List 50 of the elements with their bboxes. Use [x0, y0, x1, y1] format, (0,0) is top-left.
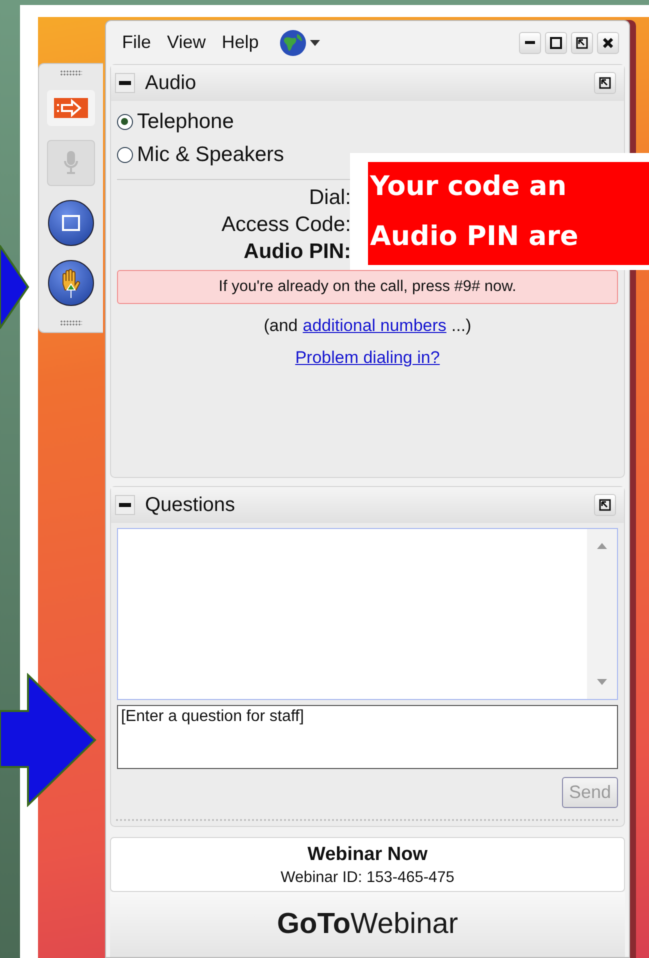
help-link[interactable]: Problem dialing in?: [295, 348, 440, 368]
logo-text: GoToWebinar: [276, 908, 458, 941]
collapse-button[interactable]: [115, 495, 135, 515]
field-label: Access Code:: [221, 213, 351, 237]
callout-text: Audio PIN are: [369, 220, 580, 254]
menu-item[interactable]: File: [122, 32, 152, 53]
radio-option[interactable]: Telephone: [117, 105, 234, 138]
paren-text: ...): [451, 316, 472, 336]
globe-icon: [278, 28, 307, 56]
collapse-button[interactable]: [115, 73, 135, 93]
field-label: Audio PIN:: [244, 240, 351, 264]
screen-icon: [62, 215, 80, 231]
detach-button[interactable]: [594, 72, 616, 94]
arrow-button[interactable]: [47, 90, 95, 126]
minimize-button[interactable]: [519, 32, 541, 54]
minimize-icon: [525, 41, 535, 44]
language-dropdown[interactable]: [278, 28, 320, 56]
detach-icon: [576, 36, 588, 48]
menu-item[interactable]: Help: [222, 32, 259, 53]
panel-title: Questions: [145, 494, 236, 516]
microphone-icon: [64, 151, 78, 175]
callout-text: Your code an: [369, 170, 568, 204]
caret-icon: [310, 40, 320, 46]
radio-option[interactable]: Mic & Speakers: [117, 138, 284, 171]
detach-button[interactable]: [594, 494, 616, 516]
maximize-button[interactable]: [545, 32, 567, 54]
field-label: Dial:: [308, 186, 351, 210]
scroll-bar[interactable]: [587, 529, 617, 699]
paren-text: (and: [264, 316, 298, 336]
screen-button[interactable]: [48, 200, 94, 246]
minus-icon: [119, 503, 131, 507]
close-icon: [603, 38, 613, 48]
additional-numbers-link[interactable]: additional numbers: [302, 316, 446, 336]
radio-button[interactable]: [117, 146, 133, 162]
detach-icon: [599, 499, 611, 511]
maximize-icon: [550, 36, 562, 48]
raise-hand-button[interactable]: [48, 260, 94, 306]
minus-icon: [119, 81, 131, 85]
grip-handle[interactable]: [60, 320, 82, 326]
menu-item[interactable]: View: [167, 32, 206, 53]
notice-banner: If you're already on the call, press #9# now.: [117, 270, 618, 304]
panel-title: Audio: [145, 72, 196, 94]
webinar-id: Webinar ID: 153-465-475: [280, 869, 454, 887]
detach-icon: [599, 77, 611, 89]
webinar-title: Webinar Now: [308, 844, 428, 866]
question-input[interactable]: [Enter a question for staff]: [117, 705, 618, 769]
close-button[interactable]: [597, 32, 619, 54]
radio-button[interactable]: [117, 114, 133, 130]
detach-button[interactable]: [571, 32, 593, 54]
grip-handle[interactable]: [60, 70, 82, 76]
